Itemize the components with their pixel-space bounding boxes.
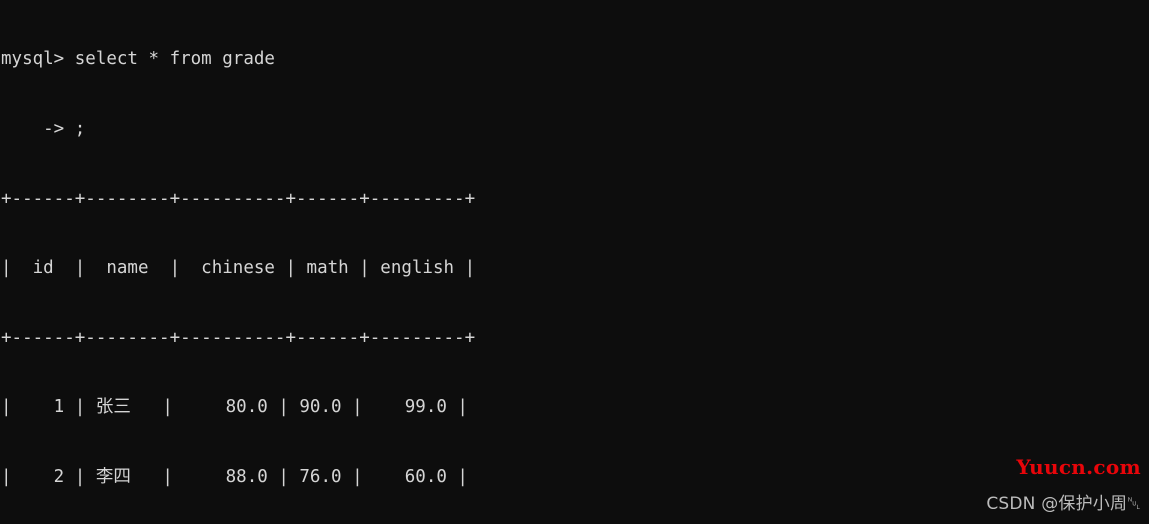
terminal-line: -> ; [1, 119, 86, 139]
terminal-window: mysql> select * from grade -> ; +------+… [0, 0, 1149, 524]
table-header-row: | id | name | chinese | math | english | [1, 258, 476, 279]
table-separator: +------+--------+----------+------+-----… [1, 327, 476, 348]
terminal-line: mysql> select * from grade [1, 49, 275, 70]
table-row: | 2 | 李四 | 88.0 | 76.0 | 60.0 | [1, 466, 468, 487]
csdn-watermark: CSDN @保护小周␀ [986, 494, 1141, 514]
terminal-output[interactable]: mysql> select * from grade -> ; +------+… [0, 0, 475, 524]
table-row: | 1 | 张三 | 80.0 | 90.0 | 99.0 | [1, 397, 468, 418]
brand-watermark: Yuucn.com [1016, 455, 1141, 479]
table-separator: +------+--------+----------+------+-----… [1, 188, 476, 209]
